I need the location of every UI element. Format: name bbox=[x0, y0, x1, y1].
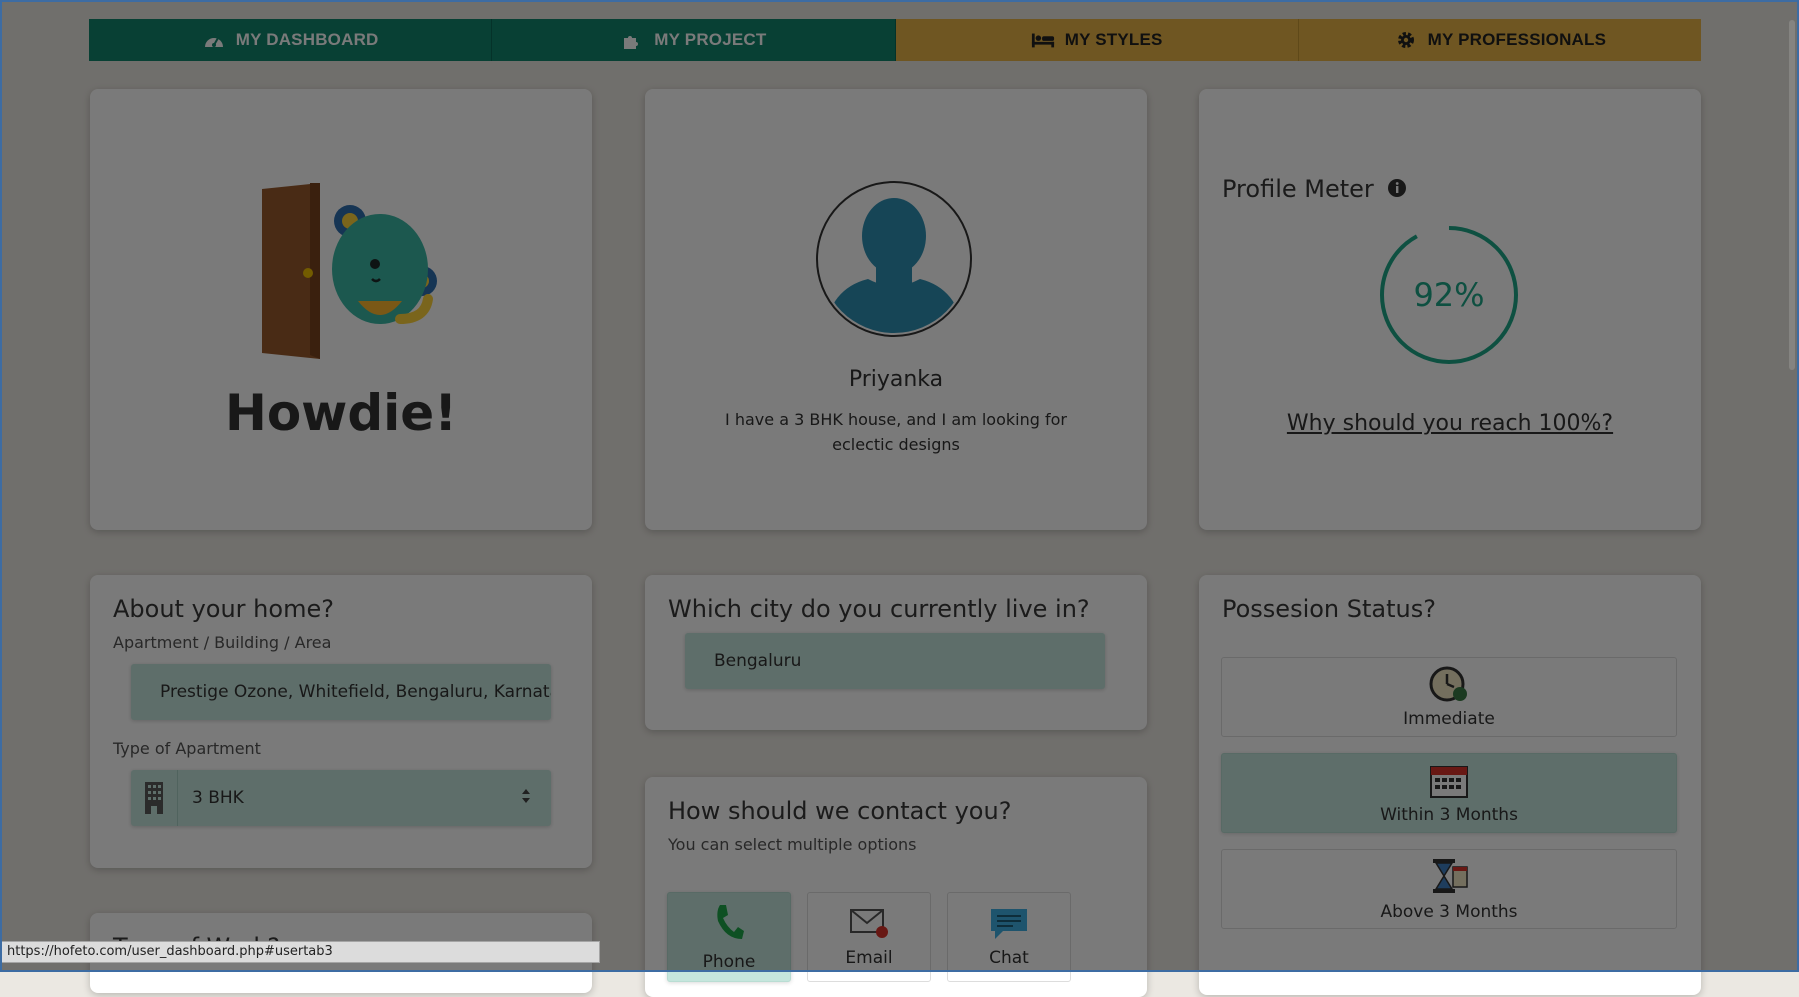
tab-label: MY DASHBOARD bbox=[235, 30, 379, 49]
about-home-card: About your home? Apartment / Building / … bbox=[90, 575, 592, 868]
option-label: Above 3 Months bbox=[1380, 901, 1518, 922]
option-label: Within 3 Months bbox=[1380, 804, 1518, 825]
address-input[interactable]: Prestige Ozone, Whitefield, Bengaluru, K… bbox=[131, 664, 551, 720]
address-value: Prestige Ozone, Whitefield, Bengaluru, K… bbox=[160, 682, 551, 702]
building-icon bbox=[131, 770, 178, 826]
section-title: How should we contact you? bbox=[668, 797, 1012, 825]
welcome-heading: Howdie! bbox=[224, 384, 458, 442]
option-label: Immediate bbox=[1403, 708, 1495, 729]
progress-ring: 92% bbox=[1379, 225, 1519, 365]
city-value: Bengaluru bbox=[714, 651, 802, 671]
reach-100-link[interactable]: Why should you reach 100%? bbox=[1199, 411, 1701, 436]
possession-card: Possesion Status? Immediate Within 3 Mon… bbox=[1199, 575, 1701, 995]
possession-option-above-3-months[interactable]: Above 3 Months bbox=[1221, 849, 1677, 929]
section-title: Which city do you currently live in? bbox=[668, 595, 1090, 623]
profile-card: Priyanka I have a 3 BHK house, and I am … bbox=[645, 89, 1147, 530]
section-title: Possesion Status? bbox=[1222, 595, 1436, 623]
city-input[interactable]: Bengaluru bbox=[685, 633, 1105, 689]
percent-label: 92% bbox=[1413, 276, 1485, 314]
apartment-type-value: 3 BHK bbox=[192, 788, 244, 808]
option-label: Chat bbox=[989, 947, 1029, 968]
browser-status-bar: https://hofeto.com/user_dashboard.php#us… bbox=[0, 941, 600, 963]
address-label: Apartment / Building / Area bbox=[113, 633, 332, 652]
avatar[interactable] bbox=[816, 181, 972, 337]
bed-icon bbox=[1031, 29, 1055, 51]
tab-my-professionals[interactable]: MY PROFESSIONALS bbox=[1298, 19, 1701, 61]
gear-icon bbox=[1394, 29, 1418, 51]
apartment-type-select[interactable]: 3 BHK bbox=[131, 770, 551, 826]
profile-name: Priyanka bbox=[848, 367, 944, 392]
tab-my-project[interactable]: MY PROJECT bbox=[492, 19, 896, 61]
info-icon[interactable] bbox=[1387, 176, 1407, 204]
scrollbar[interactable] bbox=[1789, 20, 1795, 370]
tab-label: MY PROFESSIONALS bbox=[1427, 30, 1607, 49]
calendar-icon bbox=[1429, 762, 1469, 803]
contact-option-email[interactable]: Email bbox=[807, 892, 931, 982]
profile-meter-card: Profile Meter 92% Why should you reach 1… bbox=[1199, 89, 1701, 530]
contact-subtitle: You can select multiple options bbox=[668, 835, 917, 854]
hourglass-icon bbox=[1429, 857, 1469, 900]
contact-option-phone[interactable]: Phone bbox=[667, 892, 791, 982]
main-nav: MY DASHBOARD MY PROJECT MY STYLES MY PRO… bbox=[89, 19, 1701, 61]
dashboard-icon bbox=[202, 29, 226, 51]
contact-option-chat[interactable]: Chat bbox=[947, 892, 1071, 982]
option-label: Email bbox=[845, 947, 893, 968]
welcome-card: Howdie! bbox=[90, 89, 592, 530]
door-mascot-illustration bbox=[250, 169, 450, 364]
phone-icon bbox=[714, 903, 744, 946]
profile-bio: I have a 3 BHK house, and I am looking f… bbox=[725, 410, 1067, 454]
tab-label: MY STYLES bbox=[1064, 30, 1163, 49]
puzzle-icon bbox=[620, 29, 644, 51]
possession-option-immediate[interactable]: Immediate bbox=[1221, 657, 1677, 737]
meter-title: Profile Meter bbox=[1222, 175, 1374, 203]
contact-card: How should we contact you? You can selec… bbox=[645, 777, 1147, 997]
clock-icon bbox=[1429, 666, 1469, 707]
tab-label: MY PROJECT bbox=[654, 30, 767, 49]
city-card: Which city do you currently live in? Ben… bbox=[645, 575, 1147, 730]
apartment-type-label: Type of Apartment bbox=[113, 739, 261, 758]
possession-option-within-3-months[interactable]: Within 3 Months bbox=[1221, 753, 1677, 833]
tab-my-styles[interactable]: MY STYLES bbox=[895, 19, 1299, 61]
email-icon bbox=[849, 907, 889, 944]
tab-my-dashboard[interactable]: MY DASHBOARD bbox=[89, 19, 493, 61]
chat-icon bbox=[989, 907, 1029, 946]
select-arrows-icon bbox=[521, 787, 531, 810]
option-label: Phone bbox=[702, 951, 756, 972]
section-title: About your home? bbox=[113, 595, 334, 623]
